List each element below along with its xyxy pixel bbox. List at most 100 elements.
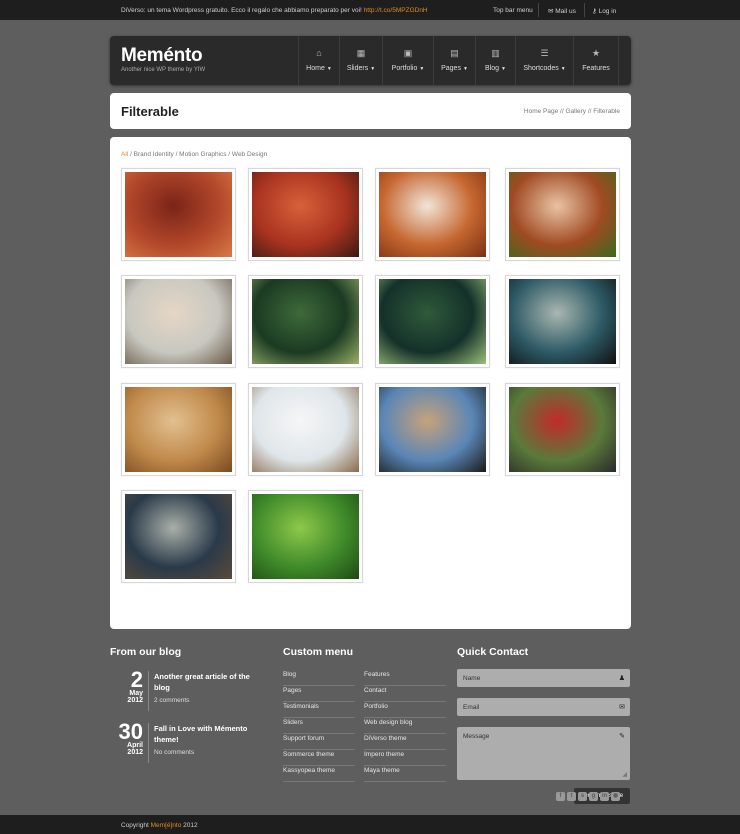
filter-categories[interactable]: / Brand Identity / Motion Graphics / Web… (128, 151, 267, 158)
twitter-icon[interactable]: t (567, 792, 576, 801)
photo-lily-pads (379, 279, 486, 364)
page-title: Filterable (121, 104, 179, 119)
skype-icon[interactable]: s (578, 792, 587, 801)
nav-features-label: Features (582, 65, 610, 72)
mail-us-label: Mail us (555, 8, 576, 15)
gallery-thumbnail[interactable] (121, 168, 236, 261)
footer-menu-heading: Custom menu (283, 646, 354, 658)
image-icon: ▣ (403, 48, 413, 58)
custom-menu-link[interactable]: Testimonials (283, 702, 355, 718)
message-textarea[interactable]: Message ✎ ◢ (457, 727, 630, 780)
page-title-bar: Filterable Home Page // Gallery // Filte… (110, 93, 631, 129)
email-field[interactable]: Email ✉ (457, 698, 630, 716)
gallery-thumbnail[interactable] (248, 490, 363, 583)
nav-features[interactable]: ★ Features (573, 36, 619, 85)
custom-menu-link[interactable]: Support forum (283, 734, 355, 750)
calendar-icon: ▥ (491, 48, 500, 58)
rss-icon[interactable]: ◉ (611, 792, 620, 801)
nav-blog[interactable]: ▥ Blog ▼ (475, 36, 515, 85)
custom-menu-link[interactable]: Maya theme (364, 766, 446, 782)
post-comments[interactable]: No comments (154, 749, 194, 756)
post-date: 2 May 2012 (110, 667, 143, 705)
chevron-down-icon: ▼ (419, 66, 425, 72)
post-divider (148, 723, 149, 763)
name-field[interactable]: Name ♟ (457, 669, 630, 687)
photo-leaf-in-hand (509, 172, 616, 257)
gallery-thumbnail[interactable] (375, 275, 490, 368)
gallery-thumbnail[interactable] (121, 490, 236, 583)
top-bar-menu[interactable]: Top bar menu (493, 7, 533, 14)
gallery-thumbnail[interactable] (505, 383, 620, 476)
site-logo[interactable]: Meménto (121, 45, 203, 67)
custom-menu-link[interactable]: Blog (283, 670, 355, 686)
gallery-thumbnail[interactable] (375, 168, 490, 261)
nav-home-label: Home (306, 65, 325, 72)
post-comments[interactable]: 2 comments (154, 697, 189, 704)
header: Meménto Another nice WP theme by YIW ⌂ H… (110, 36, 631, 85)
gallery-panel: All / Brand Identity / Motion Graphics /… (110, 137, 631, 629)
nav-blog-label: Blog (485, 65, 500, 72)
nav-pages[interactable]: ▤ Pages ▼ (433, 36, 475, 85)
custom-menu-link[interactable]: Impero theme (364, 750, 446, 766)
custom-menu-link[interactable]: Sommerce theme (283, 750, 355, 766)
gallery-thumbnail[interactable] (505, 275, 620, 368)
post-day: 2 (130, 667, 143, 692)
gallery-thumbnail[interactable] (121, 383, 236, 476)
site-tagline: Another nice WP theme by YIW (121, 67, 206, 73)
facebook-icon[interactable]: f (556, 792, 565, 801)
login-label: Log in (598, 8, 617, 15)
photo-shoes-pavement (125, 494, 232, 579)
gallery-thumbnail[interactable] (248, 168, 363, 261)
copyright-brand[interactable]: Mem[é]nto (151, 822, 182, 829)
google-icon[interactable]: g (589, 792, 598, 801)
footer-blog-heading: From our blog (110, 646, 182, 658)
post-year: 2012 (127, 697, 143, 704)
footer-contact-heading: Quick Contact (457, 646, 529, 658)
gallery-thumbnail[interactable] (248, 275, 363, 368)
custom-menu-link[interactable]: Pages (283, 686, 355, 702)
resize-handle-icon[interactable]: ◢ (622, 771, 627, 778)
user-icon: ♟ (618, 675, 625, 682)
chevron-down-icon: ▼ (326, 66, 332, 72)
post-month: April (127, 742, 143, 749)
custom-menu-link[interactable]: DiVerso theme (364, 734, 446, 750)
nav-pages-label: Pages (441, 65, 461, 72)
linkedin-icon[interactable]: in (600, 792, 609, 801)
photo-kids-smiling (509, 387, 616, 472)
film-icon: ▦ (356, 48, 366, 58)
custom-menu-link[interactable]: Sliders (283, 718, 355, 734)
photo-white-room (252, 387, 359, 472)
nav-sliders[interactable]: ▦ Sliders ▼ (339, 36, 382, 85)
home-icon: ⌂ (316, 48, 322, 58)
photo-red-hoop-camera (252, 172, 359, 257)
custom-menu-link[interactable]: Kassyopea theme (283, 766, 355, 782)
post-divider (148, 671, 149, 711)
custom-menu-link[interactable]: Portfolio (364, 702, 446, 718)
photo-jumping-feet (379, 387, 486, 472)
page-icon: ▤ (450, 48, 459, 58)
gallery-thumbnail[interactable] (121, 275, 236, 368)
topbar-divider (538, 3, 539, 17)
custom-menu-link[interactable]: Web design blog (364, 718, 446, 734)
nav-home[interactable]: ⌂ Home ▼ (298, 36, 339, 85)
message-placeholder: Message (463, 733, 490, 740)
post-day: 30 (118, 719, 143, 744)
nav-shortcodes[interactable]: ☰ Shortcodes ▼ (515, 36, 573, 85)
custom-menu-link[interactable]: Contact (364, 686, 446, 702)
mail-us-link[interactable]: ✉ Mail us (548, 7, 576, 15)
breadcrumb[interactable]: Home Page // Gallery // Filterable (524, 108, 620, 115)
nav-portfolio[interactable]: ▣ Portfolio ▼ (382, 36, 433, 85)
mail-icon: ✉ (548, 8, 554, 15)
list-icon: ☰ (540, 48, 549, 58)
gallery-thumbnail[interactable] (505, 168, 620, 261)
post-title[interactable]: Fall in Love with Mémento theme! (154, 723, 266, 745)
blog-post: 30 April 2012 Fall in Love with Mémento … (110, 721, 270, 765)
custom-menu-link[interactable]: Features (364, 670, 446, 686)
topbar-message-text: DiVerso: un tema Wordpress gratuito. Ecc… (121, 7, 362, 14)
topbar-link[interactable]: http://t.co/5MPZGDnH (364, 7, 428, 14)
gallery-thumbnail[interactable] (375, 383, 490, 476)
post-title[interactable]: Another great article of the blog (154, 671, 266, 693)
gallery-thumbnail[interactable] (248, 383, 363, 476)
blog-post: 2 May 2012 Another great article of the … (110, 669, 270, 713)
login-link[interactable]: ⚷ Log in (592, 7, 616, 15)
